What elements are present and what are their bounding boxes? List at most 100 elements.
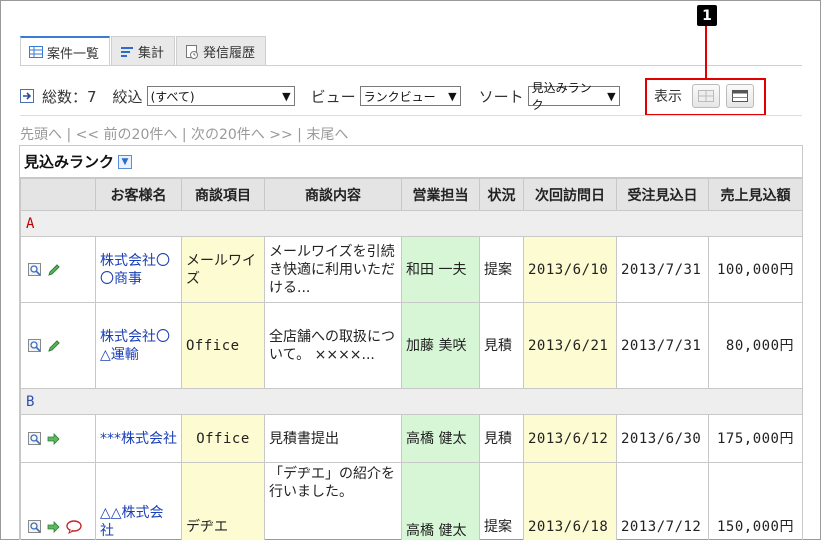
comment-icon[interactable] xyxy=(66,520,82,534)
sales-rep: 加藤 美咲 xyxy=(401,302,480,389)
table-row: △△株式会社 デヂエ 「デヂエ」の紹介を行いました。 高橋 健太 提案 2013… xyxy=(20,462,803,540)
tab-summary[interactable]: 集計 xyxy=(111,36,176,66)
callout-line xyxy=(705,26,707,78)
col-header[interactable]: 売上見込額 xyxy=(708,178,803,211)
row-actions xyxy=(20,236,96,303)
pager-last[interactable]: 末尾へ xyxy=(306,127,348,143)
sales-amount: 80,000円 xyxy=(708,302,803,389)
deal-status: 見積 xyxy=(479,414,524,463)
sort-label: ソート xyxy=(478,87,524,106)
next-visit-date: 2013/6/21 xyxy=(523,302,617,389)
deal-item: メールワイズ xyxy=(181,236,265,303)
col-header xyxy=(20,178,96,211)
sales-rep: 和田 一夫 xyxy=(401,236,480,303)
sales-amount: 150,000円 xyxy=(708,462,803,540)
pager-separator: | xyxy=(66,127,76,143)
sort-select[interactable]: 見込みランク ▼ xyxy=(527,81,620,112)
filter-select[interactable]: (すべて) ▼ xyxy=(146,86,295,106)
split-view-button[interactable] xyxy=(692,84,720,108)
filter-label: 絞込 xyxy=(112,87,143,106)
group-label: A xyxy=(20,210,803,237)
row-actions xyxy=(20,414,96,463)
row-actions xyxy=(20,302,96,389)
arrow-right-icon[interactable] xyxy=(47,520,61,534)
list-icon xyxy=(121,46,134,57)
group-label: B xyxy=(20,388,803,415)
chevron-down-icon[interactable]: ▼ xyxy=(118,154,133,169)
next-visit-date: 2013/6/10 xyxy=(523,236,617,303)
next-visit-date: 2013/6/12 xyxy=(523,414,617,463)
col-header[interactable]: 次回訪問日 xyxy=(523,178,617,211)
col-header[interactable]: 受注見込日 xyxy=(616,178,709,211)
list-view-button[interactable] xyxy=(726,84,754,108)
sort-value: 見込みランク xyxy=(531,81,592,112)
sales-rep: 高橋 健太 xyxy=(401,462,480,540)
deal-status: 見積 xyxy=(479,302,524,389)
pager-prev[interactable]: << 前の20件へ xyxy=(76,127,178,143)
grid-title: 見込みランク ▼ xyxy=(20,146,802,178)
magnifier-icon[interactable] xyxy=(28,338,42,353)
order-date: 2013/7/12 xyxy=(616,462,709,540)
view-label: ビュー xyxy=(310,87,356,106)
col-header[interactable]: 状況 xyxy=(479,178,524,211)
pagination: 先頭へ | << 前の20件へ | 次の20件へ >> | 末尾へ xyxy=(20,124,348,144)
customer-link[interactable]: ***株式会社 xyxy=(95,414,182,463)
next-visit-date: 2013/6/18 xyxy=(523,462,617,540)
pager-separator: | xyxy=(297,127,307,143)
sales-amount: 100,000円 xyxy=(708,236,803,303)
col-header[interactable]: 営業担当 xyxy=(401,178,480,211)
list-view-icon xyxy=(732,90,748,102)
chevron-down-icon: ▼ xyxy=(282,89,291,103)
deal-content: メールワイズを引続き快適に利用いただける... xyxy=(264,236,402,303)
row-actions xyxy=(20,462,96,540)
export-icon[interactable] xyxy=(20,89,34,103)
group-row: A xyxy=(20,210,803,237)
tab-label: 発信履歴 xyxy=(203,46,256,61)
pager-separator: | xyxy=(181,127,191,143)
pager-next[interactable]: 次の20件へ >> xyxy=(191,127,293,143)
display-toggle: 表示 xyxy=(654,84,754,108)
pencil-icon[interactable] xyxy=(47,339,61,353)
col-header[interactable]: 商談項目 xyxy=(181,178,265,211)
tab-history[interactable]: 発信履歴 xyxy=(176,36,267,66)
table-row: 株式会社〇△運輸 Office 全店舗への取扱について。 ××××... 加藤 … xyxy=(20,302,803,389)
deal-content: 見積書提出 xyxy=(264,414,402,463)
tab-case-list[interactable]: 案件一覧 xyxy=(20,36,111,66)
toolbar: 総数：7 絞込 (すべて) ▼ ビュー ランクビュー ▼ ソート 見込みランク … xyxy=(20,81,620,112)
order-date: 2013/7/31 xyxy=(616,302,709,389)
history-icon xyxy=(186,44,199,59)
pencil-icon[interactable] xyxy=(47,263,61,277)
tab-bar: 案件一覧 集計 発信履歴 xyxy=(20,36,267,66)
magnifier-icon[interactable] xyxy=(28,262,42,277)
tab-divider xyxy=(20,65,802,66)
customer-link[interactable]: △△株式会社 xyxy=(95,462,182,540)
group-row: B xyxy=(20,388,803,415)
grid-title-text: 見込みランク xyxy=(24,153,115,171)
tab-label: 案件一覧 xyxy=(47,46,100,62)
split-view-icon xyxy=(698,90,714,102)
deal-status: 提案 xyxy=(479,236,524,303)
toolbar-divider xyxy=(20,115,802,116)
callout-badge: 1 xyxy=(697,5,717,26)
deal-content: 「デヂエ」の紹介を行いました。 xyxy=(264,462,402,540)
customer-link[interactable]: 株式会社〇〇商事 xyxy=(95,236,182,303)
view-value: ランクビュー xyxy=(363,89,436,104)
deal-item: デヂエ xyxy=(181,462,265,540)
pager-first[interactable]: 先頭へ xyxy=(20,127,62,143)
table-header-row: お客様名 商談項目 商談内容 営業担当 状況 次回訪問日 受注見込日 売上見込額 xyxy=(20,178,803,211)
sales-rep: 高橋 健太 xyxy=(401,414,480,463)
col-header[interactable]: お客様名 xyxy=(95,178,182,211)
view-select[interactable]: ランクビュー ▼ xyxy=(359,86,461,106)
table-icon xyxy=(29,46,43,58)
table-row: ***株式会社 Office 見積書提出 高橋 健太 見積 2013/6/12 … xyxy=(20,414,803,463)
arrow-right-icon[interactable] xyxy=(47,432,61,446)
customer-link[interactable]: 株式会社〇△運輸 xyxy=(95,302,182,389)
case-grid: 見込みランク ▼ お客様名 商談項目 商談内容 営業担当 状況 次回訪問日 受注… xyxy=(19,145,803,540)
tab-label: 集計 xyxy=(138,46,165,61)
magnifier-icon[interactable] xyxy=(28,520,42,534)
chevron-down-icon: ▼ xyxy=(448,89,457,103)
col-header[interactable]: 商談内容 xyxy=(264,178,402,211)
order-date: 2013/6/30 xyxy=(616,414,709,463)
magnifier-icon[interactable] xyxy=(28,431,42,446)
chevron-down-icon: ▼ xyxy=(607,89,616,103)
